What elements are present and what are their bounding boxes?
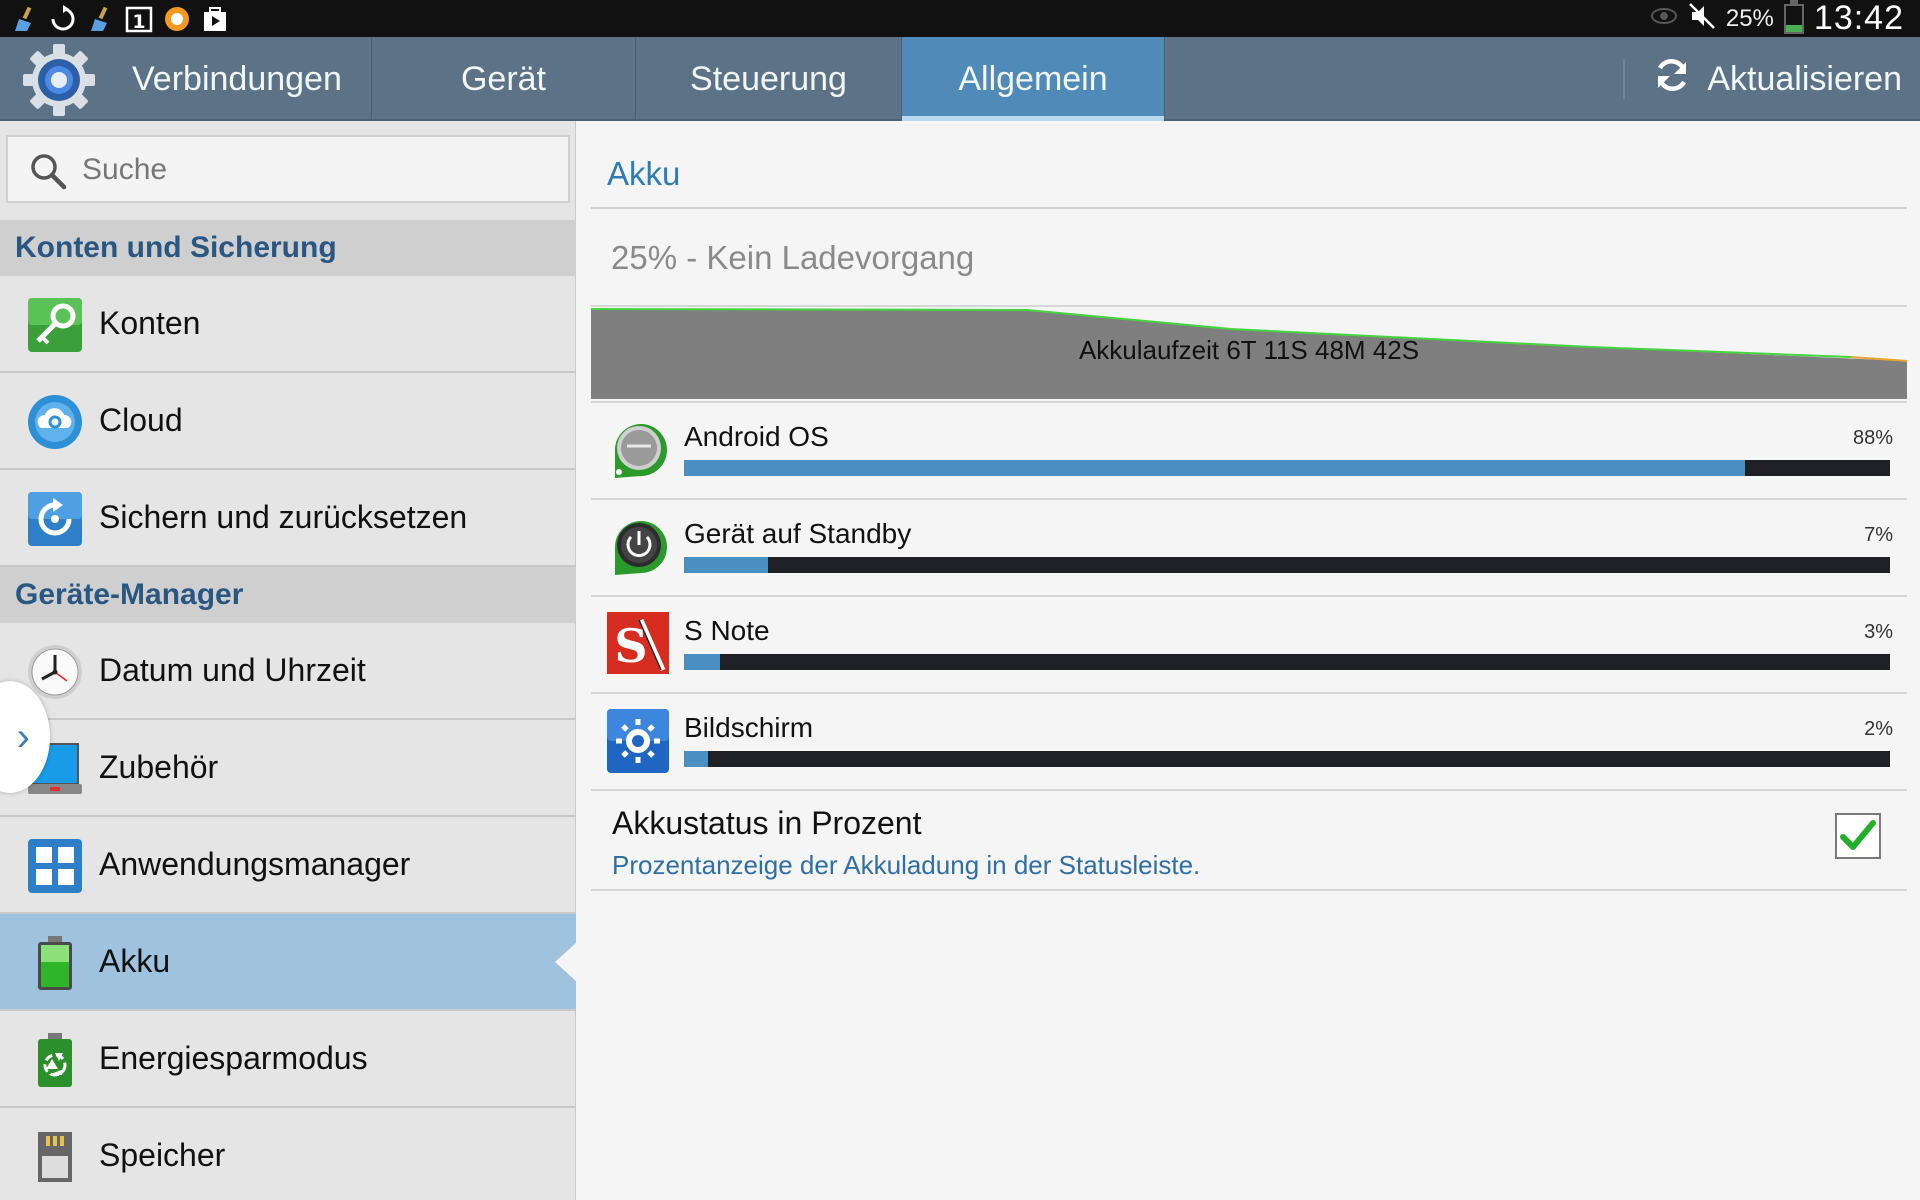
eye-icon — [1650, 6, 1678, 31]
section-header-geraete-manager: Geräte-Manager — [0, 567, 576, 623]
usage-percent: 2% — [1864, 718, 1893, 740]
tab-label: Allgemein — [958, 59, 1108, 98]
usage-row-s-note[interactable]: S S Note 3% — [591, 597, 1907, 694]
battery-status-text: 25% - Kein Ladevorgang — [611, 239, 975, 276]
sidebar-item-label: Konten — [99, 305, 201, 341]
power-saving-icon — [26, 1031, 84, 1089]
battery-runtime-label: Akkulaufzeit 6T 11S 48M 42S — [1078, 335, 1420, 365]
broom-icon — [86, 4, 116, 34]
sidebar: Konten und Sicherung Konten Cloud Sicher… — [0, 121, 577, 1200]
usage-row-android-os[interactable]: Android OS 88% — [591, 403, 1907, 500]
divider — [1623, 59, 1625, 99]
usage-bar-fill — [684, 460, 1746, 476]
sidebar-item-label: Zubehör — [99, 749, 219, 785]
search-icon — [28, 151, 68, 191]
sidebar-item-label: Cloud — [99, 402, 183, 438]
usage-bar — [684, 557, 1890, 573]
standby-icon — [605, 513, 671, 581]
screen-brightness-icon — [605, 707, 671, 775]
battery-icon — [1783, 0, 1804, 34]
tab-label: Gerät — [460, 59, 547, 98]
sidebar-item-akku[interactable]: Akku — [0, 914, 577, 1011]
usage-name: S Note — [684, 615, 770, 646]
sidebar-item-label: Anwendungsmanager — [99, 846, 411, 882]
usage-name: Bildschirm — [684, 712, 814, 743]
usage-bar-fill — [684, 557, 769, 573]
section-title: Geräte-Manager — [15, 578, 244, 611]
main-panel: Akku 25% - Kein Ladevorgang Akkulaufzeit… — [577, 121, 1920, 1200]
play-store-icon — [200, 4, 230, 34]
divider — [591, 207, 1907, 209]
backup-restore-icon — [26, 490, 84, 548]
sidebar-item-konten[interactable]: Konten — [0, 276, 576, 373]
sidebar-item-sichern-zuruecksetzen[interactable]: Sichern und zurücksetzen — [0, 470, 576, 567]
calendar-day: 1 — [132, 11, 145, 33]
usage-percent: 3% — [1864, 621, 1893, 643]
usage-bar-fill — [684, 654, 721, 670]
checkmark-icon — [1840, 820, 1876, 850]
storage-icon — [26, 1128, 84, 1186]
usage-bar-fill — [684, 751, 709, 767]
usage-row-geraet-standby[interactable]: Gerät auf Standby 7% — [591, 500, 1907, 597]
orange-circle-icon — [162, 4, 192, 34]
usage-name: Gerät auf Standby — [684, 518, 912, 549]
broom-icon — [10, 4, 40, 34]
sidebar-item-anwendungsmanager[interactable]: Anwendungsmanager — [0, 817, 576, 914]
refresh-icon — [1651, 54, 1693, 105]
tab-allgemein[interactable]: Allgemein — [902, 37, 1165, 121]
sidebar-item-label: Sichern und zurücksetzen — [99, 499, 468, 535]
s-note-icon: S — [605, 610, 671, 678]
search-input[interactable] — [82, 147, 552, 193]
sidebar-item-datum-uhrzeit[interactable]: Datum und Uhrzeit — [0, 623, 576, 720]
sidebar-item-energiesparmodus[interactable]: Energiesparmodus — [0, 1011, 576, 1108]
section-header-konten-sicherung: Konten und Sicherung — [0, 220, 576, 276]
usage-percent: 88% — [1852, 427, 1893, 449]
mute-icon — [1688, 2, 1716, 35]
pref-title: Akkustatus in Prozent — [612, 805, 922, 841]
key-icon — [26, 296, 84, 354]
battery-icon — [26, 934, 84, 992]
sidebar-item-label: Akku — [99, 943, 171, 979]
battery-percent: 25% — [1725, 4, 1774, 32]
notification-icons: 1 — [10, 4, 230, 34]
tab-geraet[interactable]: Gerät — [372, 37, 636, 121]
tab-steuerung[interactable]: Steuerung — [636, 37, 902, 121]
sidebar-item-zubehoer[interactable]: Zubehör — [0, 720, 576, 817]
sync-icon — [48, 4, 78, 34]
battery-history-graph[interactable]: Akkulaufzeit 6T 11S 48M 42S — [590, 305, 1908, 399]
action-bar: Verbindungen Gerät Steuerung Allgemein A… — [0, 37, 1920, 121]
sidebar-item-label: Energiesparmodus — [99, 1040, 368, 1076]
pref-subtitle: Prozentanzeige der Akkuladung in der Sta… — [612, 850, 1201, 880]
page-title: Akku — [607, 155, 681, 192]
android-os-icon — [605, 416, 671, 484]
app-manager-icon — [26, 837, 84, 895]
sidebar-item-cloud[interactable]: Cloud — [0, 373, 576, 470]
clock-time: 13:42 — [1813, 0, 1904, 37]
pref-battery-percent-status[interactable]: Akkustatus in Prozent Prozentanzeige der… — [591, 787, 1907, 891]
sidebar-item-label: Speicher — [99, 1137, 226, 1173]
usage-bar — [684, 751, 1890, 767]
status-indicators: 25% 13:42 — [1650, 0, 1904, 37]
usage-row-bildschirm[interactable]: Bildschirm 2% — [591, 694, 1907, 791]
usage-bar — [684, 654, 1890, 670]
usage-bar — [684, 460, 1890, 476]
sidebar-item-label: Datum und Uhrzeit — [99, 652, 366, 688]
cloud-icon — [26, 393, 84, 451]
usage-name: Android OS — [684, 421, 829, 452]
refresh-button[interactable]: Aktualisieren — [1651, 37, 1902, 121]
battery-level — [1785, 25, 1802, 32]
search-box[interactable] — [6, 135, 570, 203]
tab-label: Verbindungen — [132, 59, 342, 98]
battery-percent-checkbox[interactable] — [1835, 813, 1881, 859]
calendar-1-icon: 1 — [124, 4, 154, 34]
tab-verbindungen[interactable]: Verbindungen — [0, 37, 372, 121]
sidebar-item-speicher[interactable]: Speicher — [0, 1108, 576, 1200]
refresh-label: Aktualisieren — [1707, 59, 1902, 98]
tab-label: Steuerung — [690, 59, 847, 98]
status-bar: 1 25% 13:42 — [0, 0, 1920, 37]
chevron-right-icon: › — [16, 714, 30, 759]
usage-percent: 7% — [1864, 524, 1893, 546]
section-title: Konten und Sicherung — [15, 231, 337, 264]
